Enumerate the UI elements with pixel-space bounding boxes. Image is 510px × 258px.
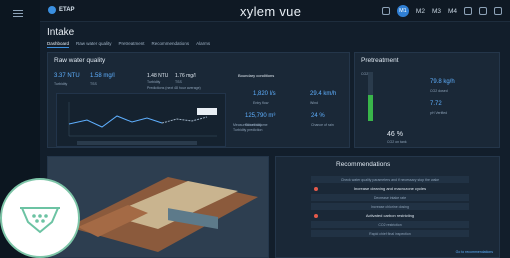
tab-alarms[interactable]: Alarms xyxy=(196,41,210,48)
brand-title: xylem vue xyxy=(240,4,302,19)
co2-level-bg xyxy=(368,72,373,95)
site-m4[interactable]: M4 xyxy=(448,8,457,15)
flow-label: Entry flow xyxy=(253,101,269,105)
recommendations-title: Recommendations xyxy=(336,161,391,168)
rec-item-alert[interactable]: Increase cleaning and macrozone cycles xyxy=(311,185,469,192)
tab-dashboard[interactable]: Dashboard xyxy=(47,41,70,48)
prediction-line xyxy=(161,116,208,124)
rec-item[interactable]: Check water quality parameters and if ne… xyxy=(311,176,469,183)
tss2-label: TSS xyxy=(175,80,182,84)
alert-dot-icon xyxy=(314,213,318,218)
site-m3[interactable]: M3 xyxy=(432,8,441,15)
chart-scroller[interactable] xyxy=(77,141,197,145)
menu-icon[interactable] xyxy=(13,10,23,17)
volume-value: 125,790 m³ xyxy=(245,113,276,119)
wind-value: 29.4 km/h xyxy=(310,91,337,97)
page-title: Intake xyxy=(47,27,75,38)
tab-raw-water-quality[interactable]: Raw water quality xyxy=(76,41,112,48)
ph-label: pH Verified xyxy=(430,111,448,115)
co2-percent-label: CO2 on tank xyxy=(387,140,407,144)
intake-icon xyxy=(20,207,60,234)
rec-item[interactable]: Decrease intake rate xyxy=(311,194,469,201)
turbidity-chart xyxy=(56,93,226,147)
raw-water-panel: Raw water quality 3.37 NTU Turbidity 1.5… xyxy=(47,52,350,148)
tss2-value: 1.76 mg/l xyxy=(175,73,196,79)
alert-dot-icon xyxy=(314,186,318,191)
turbidity-label: Turbidity xyxy=(54,82,68,86)
rec-item-alert[interactable]: Activated carbon restricting xyxy=(311,212,469,219)
logo-icon xyxy=(48,6,56,14)
tab-recommendations[interactable]: Recommendations xyxy=(152,41,190,48)
settings-icon[interactable] xyxy=(464,7,472,15)
top-bar: ETAP xylem vue M1 M2 M3 M4 xyxy=(40,0,510,22)
page-tabs: Dashboard Raw water quality Pretreatment… xyxy=(47,41,210,48)
bell-icon[interactable] xyxy=(494,7,502,15)
rain-label: Chance of rain xyxy=(311,123,334,127)
document-icon[interactable] xyxy=(479,7,487,15)
pretreatment-title: Pretreatment xyxy=(361,57,399,64)
turbidity-value: 3.37 NTU xyxy=(54,73,80,79)
boundary-title: Boundary conditions xyxy=(238,73,275,78)
rec-item[interactable]: Increase chlorine dosing xyxy=(311,203,469,210)
flow-value: 1,820 l/s xyxy=(253,91,276,97)
plant-3d-view[interactable] xyxy=(47,156,269,258)
co2-level-bar xyxy=(368,95,373,121)
logo-text: ETAP xyxy=(59,7,75,13)
turbidity-chart-svg xyxy=(68,102,217,145)
tss-label: TSS xyxy=(90,82,97,86)
tab-pretreatment[interactable]: Pretreatment xyxy=(119,41,145,48)
measured-line xyxy=(68,115,163,128)
rain-value: 24 % xyxy=(311,113,325,119)
plant-model-illustration xyxy=(48,157,268,257)
prediction-note: Predictions (next 48 hour average) xyxy=(147,86,201,90)
chart-tooltip xyxy=(197,108,217,115)
top-controls: M1 M2 M3 M4 xyxy=(381,5,502,17)
ph-value: 7.72 xyxy=(430,101,442,107)
raw-water-title: Raw water quality xyxy=(54,57,106,64)
ntu2-label: Turbidity xyxy=(147,80,161,84)
wind-label: Wind xyxy=(310,101,318,105)
intake-badge xyxy=(0,178,80,258)
rec-item-label: Activated carbon restricting xyxy=(365,213,415,218)
co2-dose-value: 79.8 kg/h xyxy=(430,79,455,85)
tss-value: 1.58 mg/l xyxy=(90,73,115,79)
pretreatment-panel: Pretreatment CO2 46 % CO2 on tank 79.8 k… xyxy=(354,52,500,148)
rec-item[interactable]: CO2 restriction xyxy=(311,221,469,228)
co2-dose-label: CO2 dosed xyxy=(430,89,448,93)
rec-item[interactable]: Rapid chief final inspection xyxy=(311,230,469,237)
home-icon[interactable] xyxy=(381,7,390,15)
ntu2-value: 1.48 NTU xyxy=(147,73,169,79)
co2-percent: 46 % xyxy=(387,131,403,138)
site-m2[interactable]: M2 xyxy=(416,8,425,15)
recommendations-panel: Recommendations Check water quality para… xyxy=(275,156,500,258)
legend-prediction: Turbidity prediction xyxy=(233,128,263,132)
app-logo[interactable]: ETAP xyxy=(48,6,75,14)
rec-item-label: Increase cleaning and macrozone cycles xyxy=(353,186,427,191)
recommendations-link[interactable]: Go to recommendations xyxy=(456,250,493,254)
site-m1[interactable]: M1 xyxy=(396,5,409,17)
volume-label: Stored volume xyxy=(245,123,268,127)
app-root: ETAP xylem vue M1 M2 M3 M4 Intake Dashbo… xyxy=(0,0,510,258)
